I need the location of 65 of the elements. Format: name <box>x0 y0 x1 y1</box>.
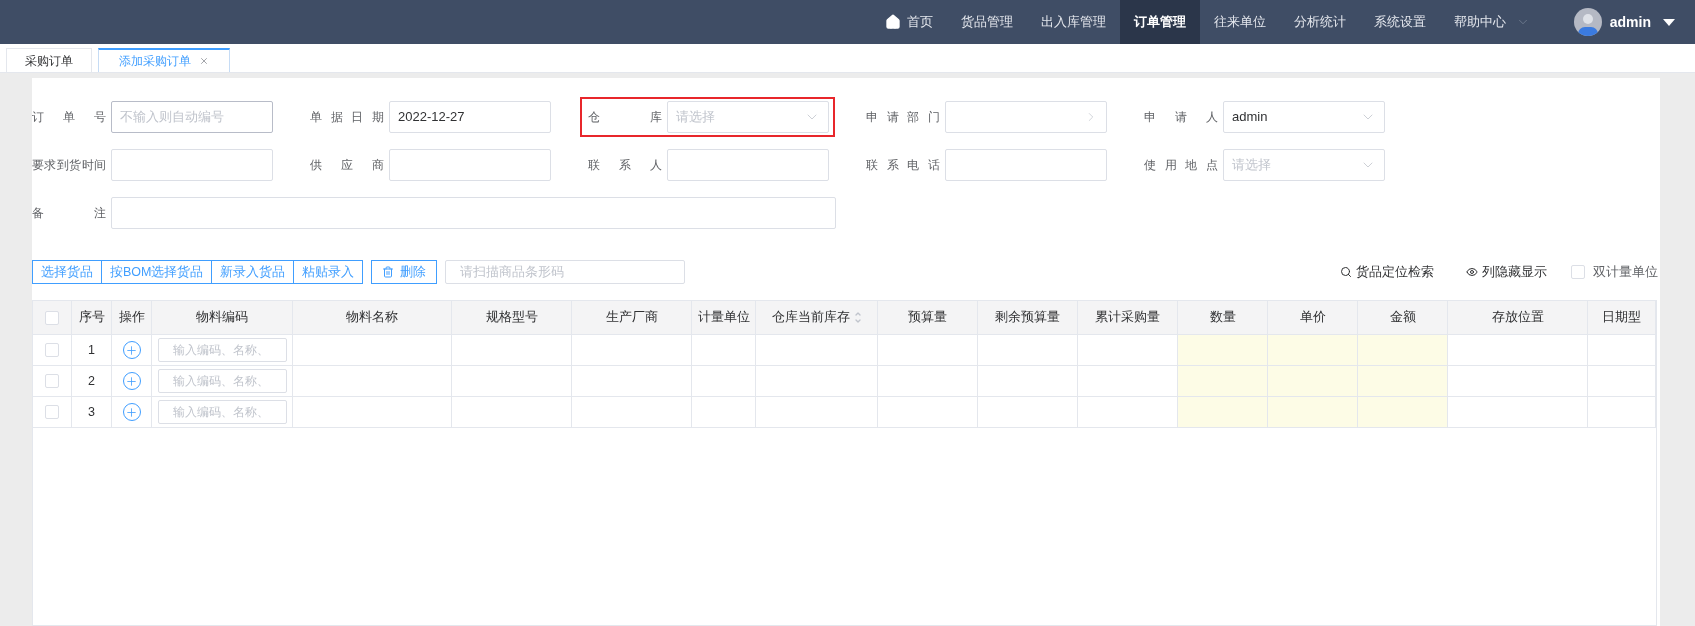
table-cell: 2 <box>72 366 112 396</box>
nav-item[interactable]: 出入库管理 <box>1026 0 1120 44</box>
select-field[interactable] <box>945 101 1107 133</box>
column-header: 操作 <box>112 301 152 334</box>
nav-item[interactable]: 帮助中心 <box>1439 0 1544 44</box>
search-icon <box>1340 266 1352 278</box>
column-header: 剩余预算量 <box>978 301 1078 334</box>
caret-icon <box>1663 18 1675 26</box>
column-header: 预算量 <box>878 301 978 334</box>
remark-field[interactable] <box>111 197 836 229</box>
field-label: 供应商 <box>310 157 384 174</box>
page-tab[interactable]: 采购订单 <box>6 48 92 72</box>
field-label: 联系电话 <box>866 157 940 174</box>
column-header: 数量 <box>1178 301 1268 334</box>
input-field[interactable] <box>389 149 551 181</box>
field-label: 订单号 <box>32 109 106 126</box>
table-cell: 3 <box>72 397 112 427</box>
field-label: 备注 <box>32 205 106 222</box>
nav-item[interactable]: 订单管理 <box>1119 0 1200 44</box>
checkbox[interactable] <box>1571 265 1585 279</box>
trash-icon <box>382 266 395 278</box>
field-label: 仓库 <box>588 109 662 126</box>
column-header: 生产厂商 <box>572 301 692 334</box>
select-field[interactable]: admin <box>1223 101 1385 133</box>
table-cell: 1 <box>72 335 112 365</box>
input-field[interactable]: 2022-12-27 <box>389 101 551 133</box>
nav-item[interactable]: 首页 <box>870 0 947 44</box>
checkbox-label: 双计量单位 <box>1593 263 1658 281</box>
column-header: 金额 <box>1358 301 1448 334</box>
nav-item[interactable]: 货品管理 <box>946 0 1027 44</box>
column-header: 序号 <box>72 301 112 334</box>
barcode-field[interactable]: 请扫描商品条形码 <box>445 260 686 284</box>
field-label: 要求到货时间 <box>32 157 106 174</box>
checkbox[interactable] <box>45 343 59 357</box>
checkbox[interactable] <box>45 374 59 388</box>
nav-item[interactable]: 往来单位 <box>1199 0 1280 44</box>
input-field[interactable] <box>111 149 273 181</box>
eye-icon <box>1466 266 1478 278</box>
locate-link[interactable]: 货品定位检索 <box>1340 262 1434 282</box>
close-icon[interactable] <box>199 56 209 66</box>
field-label: 联系人 <box>588 157 662 174</box>
column-header: 物料编码 <box>152 301 293 334</box>
column-header: 单价 <box>1268 301 1358 334</box>
column-header: 物料名称 <box>293 301 452 334</box>
column-toggle-link[interactable]: 列隐藏显示 <box>1466 262 1547 282</box>
column-header: 仓库当前库存 <box>756 301 878 334</box>
nav-item[interactable]: 系统设置 <box>1359 0 1440 44</box>
column-header: 累计采购量 <box>1078 301 1178 334</box>
column-header: 计量单位 <box>692 301 756 334</box>
input-field[interactable] <box>667 149 829 181</box>
column-header: 存放位置 <box>1448 301 1588 334</box>
input-field[interactable] <box>945 149 1107 181</box>
field-label: 单据日期 <box>310 109 384 126</box>
nav-item[interactable]: 分析统计 <box>1279 0 1360 44</box>
column-header: 规格型号 <box>452 301 572 334</box>
field-label: 申请人 <box>1144 109 1218 126</box>
home-icon <box>884 14 901 30</box>
column-header: 日期型 <box>1588 301 1656 334</box>
field-label: 使用地点 <box>1144 157 1218 174</box>
avatar[interactable] <box>1573 8 1602 36</box>
sort-icon[interactable] <box>853 310 862 325</box>
checkbox[interactable] <box>45 310 59 325</box>
checkbox[interactable] <box>45 405 59 419</box>
user-name[interactable]: admin <box>1609 11 1651 33</box>
field-label: 申请部门 <box>866 109 940 126</box>
